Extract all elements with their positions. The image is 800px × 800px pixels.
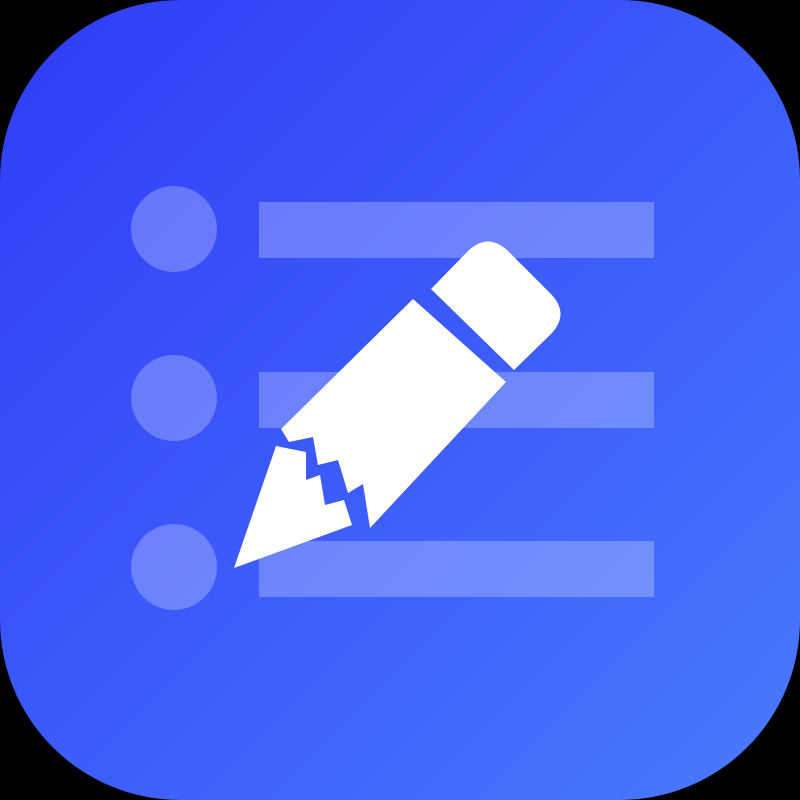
list-line — [259, 202, 654, 258]
app-icon — [0, 0, 800, 800]
bullet-dot-icon — [131, 524, 217, 610]
list-line — [259, 541, 654, 597]
bullet-dot-icon — [131, 355, 217, 441]
bullet-dot-icon — [131, 186, 217, 272]
